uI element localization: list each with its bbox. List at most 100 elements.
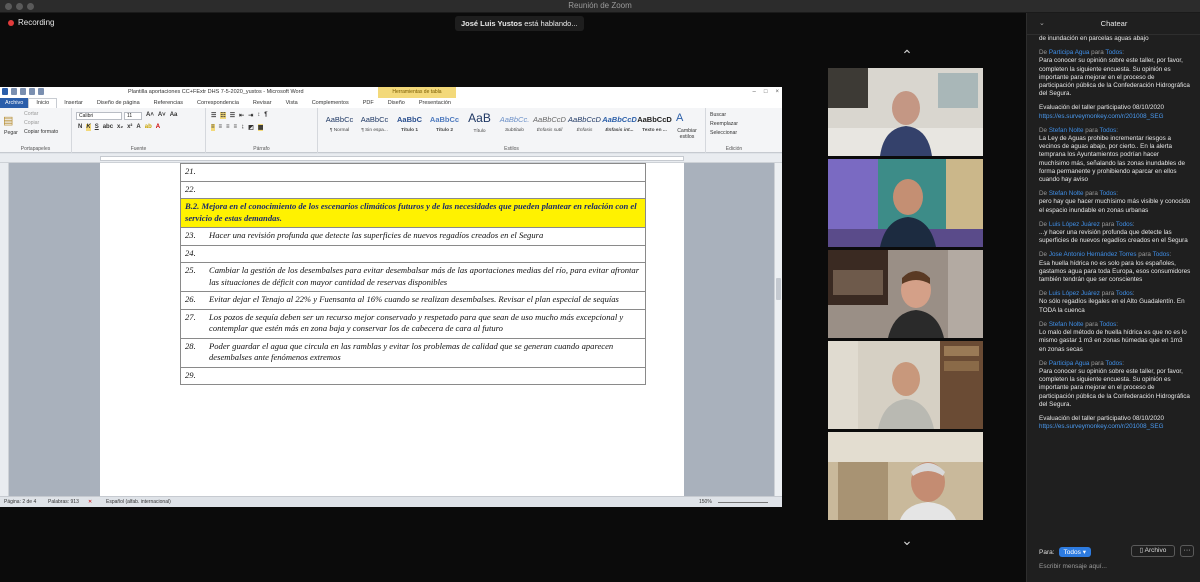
save-icon[interactable] bbox=[11, 88, 17, 95]
borders-icon[interactable]: ▦ bbox=[257, 124, 264, 131]
new-document-icon[interactable] bbox=[38, 88, 44, 95]
document-page[interactable]: 21. 22. B.2. Mejora en el conocimiento de … bbox=[100, 163, 684, 496]
undo-icon[interactable] bbox=[20, 88, 26, 95]
recipient-dropdown[interactable]: Todos ▾ bbox=[1058, 547, 1091, 557]
tab-inicio[interactable]: Inicio bbox=[28, 98, 58, 108]
table-row[interactable]: 29. bbox=[180, 366, 646, 385]
video-tile[interactable] bbox=[828, 68, 983, 156]
strikethrough-icon[interactable]: abc bbox=[103, 124, 113, 131]
message-sender[interactable]: Stefan Nolte bbox=[1049, 127, 1084, 134]
shading-icon[interactable]: ◩ bbox=[248, 124, 254, 131]
tab-diseno-pagina[interactable]: Diseño de página bbox=[90, 100, 147, 106]
table-row[interactable]: 28. Poder guardar el agua que circula en … bbox=[180, 337, 646, 368]
text-effects-icon[interactable]: A bbox=[136, 124, 140, 131]
table-cell[interactable]: 27. Los pozos de sequía deben ser un recu… bbox=[180, 308, 646, 339]
cut-button[interactable]: Cortar bbox=[24, 111, 38, 117]
chevron-down-icon[interactable]: ⌄ bbox=[1039, 13, 1045, 35]
chat-input[interactable]: Escribir mensaje aquí... bbox=[1039, 563, 1107, 570]
zoom-slider[interactable] bbox=[718, 502, 768, 503]
tab-referencias[interactable]: Referencias bbox=[147, 100, 190, 106]
table-cell[interactable]: 21. bbox=[180, 163, 646, 182]
video-tile[interactable] bbox=[828, 432, 983, 520]
table-row[interactable]: 22. bbox=[180, 180, 646, 199]
align-right-icon[interactable]: ≡ bbox=[226, 124, 230, 131]
table-row[interactable]: 23. Hacer una revisión profunda que detec… bbox=[180, 227, 646, 246]
message-sender[interactable]: Luis López Juárez bbox=[1049, 290, 1100, 297]
align-center-icon[interactable]: ≡ bbox=[219, 124, 223, 131]
font-color-icon[interactable]: A bbox=[156, 124, 160, 131]
zoom-level[interactable]: 150% bbox=[699, 499, 712, 505]
table-row[interactable]: 24. bbox=[180, 244, 646, 263]
select-button[interactable]: Seleccionar bbox=[710, 130, 737, 136]
copy-button[interactable]: Copiar bbox=[24, 120, 39, 126]
language-indicator[interactable]: Español (alfab. internacional) bbox=[106, 499, 171, 505]
decrease-indent-icon[interactable]: ⇤ bbox=[239, 112, 244, 119]
word-restore-icon[interactable]: □ bbox=[764, 89, 768, 95]
video-tile[interactable] bbox=[828, 159, 983, 247]
font-size-select[interactable]: 11 bbox=[124, 112, 142, 120]
increase-indent-icon[interactable]: ⇥ bbox=[248, 112, 253, 119]
table-cell[interactable]: 29. bbox=[180, 366, 646, 385]
style-title[interactable]: AaB Título bbox=[462, 110, 497, 144]
video-tile[interactable] bbox=[828, 250, 983, 338]
bold-icon[interactable]: N bbox=[78, 124, 82, 131]
vertical-scrollbar[interactable] bbox=[774, 163, 782, 496]
style-subtle-emphasis[interactable]: AaBbCcD Énfasis sutil bbox=[532, 110, 567, 144]
replace-button[interactable]: Reemplazar bbox=[710, 121, 738, 127]
table-cell[interactable]: 25. Cambiar la gestión de los desembalses… bbox=[180, 262, 646, 292]
message-sender[interactable]: Stefan Nolte bbox=[1049, 190, 1084, 197]
style-strong-text[interactable]: AaBbCcD Texto en ... bbox=[637, 110, 672, 144]
page-counter[interactable]: Página: 2 de 4 bbox=[4, 499, 36, 505]
scroll-thumb[interactable] bbox=[776, 278, 781, 300]
superscript-icon[interactable]: x² bbox=[127, 124, 132, 131]
find-button[interactable]: Buscar bbox=[710, 112, 726, 118]
table-cell[interactable]: 28. Poder guardar el agua que circula en … bbox=[180, 337, 646, 368]
style-emphasis[interactable]: AaBbCcD Énfasis bbox=[567, 110, 602, 144]
style-heading-2[interactable]: AaBbCc Título 2 bbox=[427, 110, 462, 144]
format-painter-button[interactable]: Copiar formato bbox=[24, 129, 58, 135]
message-sender[interactable]: Luis López Juárez bbox=[1049, 221, 1100, 228]
tab-pdf[interactable]: PDF bbox=[356, 100, 381, 106]
table-row[interactable]: 21. bbox=[180, 163, 646, 182]
tab-presentacion[interactable]: Presentación bbox=[412, 100, 458, 106]
chat-messages[interactable]: de inundación en parcelas aguas abajo De… bbox=[1027, 35, 1200, 545]
more-options-button[interactable]: ··· bbox=[1180, 545, 1194, 557]
file-button[interactable]: ▯ Archivo bbox=[1131, 545, 1175, 557]
survey-link[interactable]: https://es.surveymonkey.com/r/201008_SEG bbox=[1039, 423, 1191, 431]
clear-format-icon[interactable]: Aa bbox=[170, 112, 178, 119]
multilevel-list-icon[interactable]: ☰ bbox=[230, 112, 235, 119]
shrink-font-icon[interactable]: A˅ bbox=[158, 112, 166, 119]
style-subtitle[interactable]: AaBbCc. Subtítulo bbox=[497, 110, 532, 144]
vertical-ruler[interactable] bbox=[0, 163, 9, 496]
table-row[interactable]: B.2. Mejora en el conocimiento de los es… bbox=[180, 198, 646, 228]
table-cell[interactable]: B.2. Mejora en el conocimiento de los es… bbox=[180, 198, 646, 228]
style-intense-emphasis[interactable]: AaBbCcD Énfasis int... bbox=[602, 110, 637, 144]
word-minimize-icon[interactable]: – bbox=[753, 89, 756, 95]
style-no-spacing[interactable]: AaBbCc ¶ Sin espa... bbox=[357, 110, 392, 144]
proofing-icon[interactable]: ✕ bbox=[88, 499, 92, 505]
change-styles-icon[interactable]: A bbox=[676, 112, 683, 124]
table-cell[interactable]: 24. bbox=[180, 244, 646, 263]
table-row[interactable]: 26. Evitar dejar el Tenajo al 22% y Fuens… bbox=[180, 291, 646, 310]
tab-vista[interactable]: Vista bbox=[279, 100, 305, 106]
underline-icon[interactable]: S bbox=[95, 124, 99, 131]
recording-indicator[interactable]: Recording bbox=[8, 18, 54, 27]
tab-complementos[interactable]: Complementos bbox=[305, 100, 356, 106]
change-styles-button[interactable]: Cambiar estilos bbox=[672, 128, 702, 140]
tab-revisar[interactable]: Revisar bbox=[246, 100, 279, 106]
message-sender[interactable]: Jose Antonio Hernández Torres bbox=[1049, 251, 1137, 258]
sort-icon[interactable]: ↕ bbox=[257, 112, 260, 119]
table-row[interactable]: 27. Los pozos de sequía deben ser un recu… bbox=[180, 308, 646, 339]
font-name-select[interactable]: Calibri bbox=[76, 112, 122, 120]
numbering-icon[interactable]: ☷ bbox=[220, 112, 226, 119]
subscript-icon[interactable]: x₂ bbox=[117, 124, 123, 131]
italic-icon[interactable]: K bbox=[86, 124, 91, 131]
message-sender[interactable]: Participa Agua bbox=[1049, 360, 1090, 367]
paste-icon[interactable]: ▤ bbox=[3, 114, 13, 127]
paste-button[interactable]: Pegar bbox=[4, 130, 18, 136]
align-left-icon[interactable]: ≡ bbox=[211, 124, 215, 131]
grow-font-icon[interactable]: A˄ bbox=[146, 112, 154, 119]
table-cell[interactable]: 26. Evitar dejar el Tenajo al 22% y Fuens… bbox=[180, 291, 646, 310]
highlight-color-icon[interactable]: ab bbox=[145, 124, 152, 131]
bullets-icon[interactable]: ☰ bbox=[211, 112, 216, 119]
